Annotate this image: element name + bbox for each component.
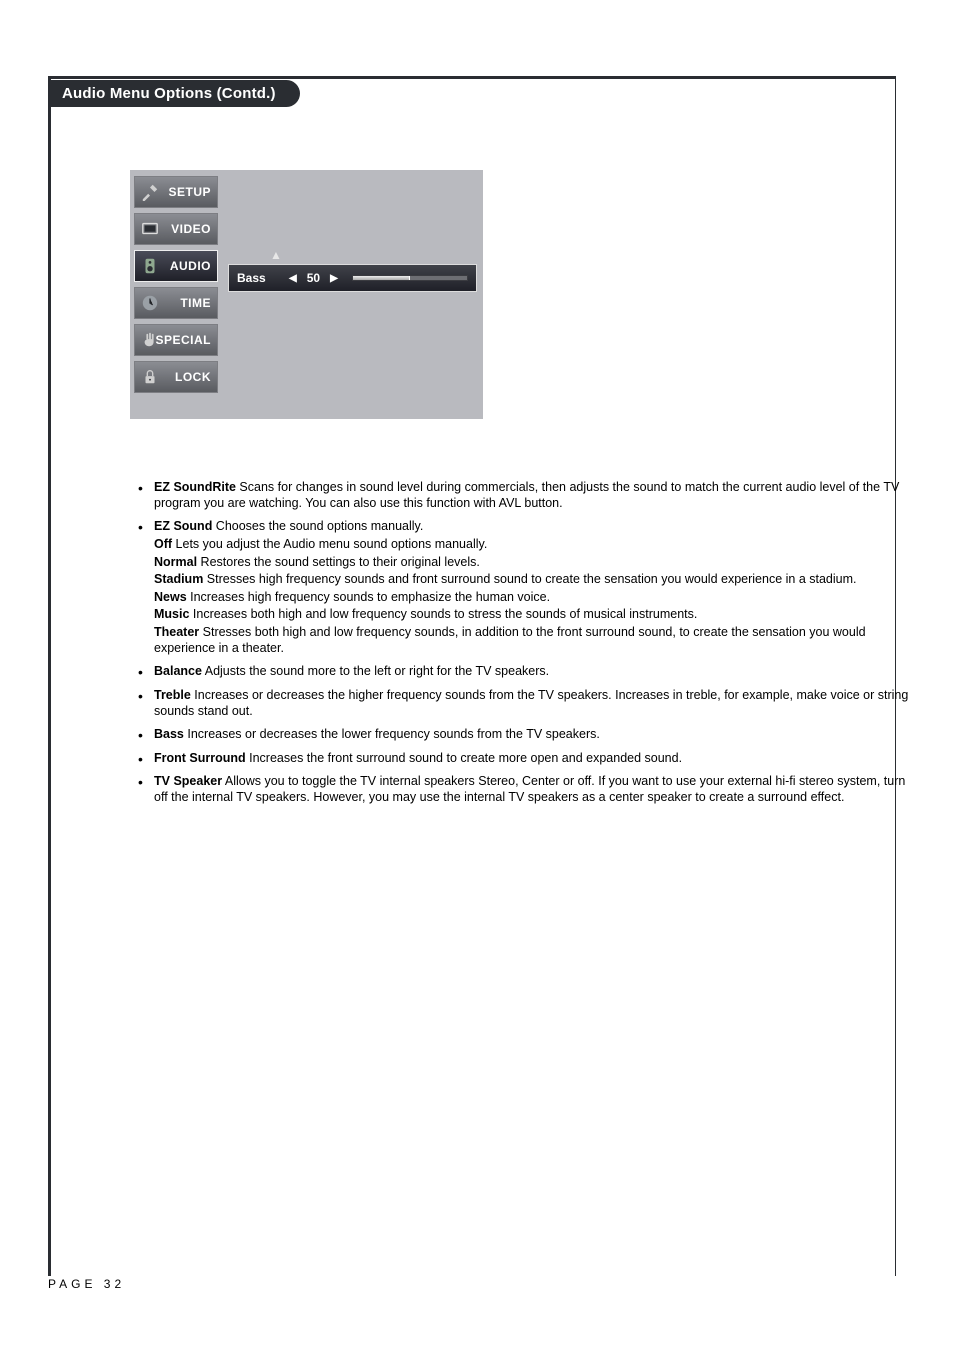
term: EZ Sound bbox=[154, 519, 212, 533]
osd-row-bass[interactable]: Bass ◀ 50 ▶ bbox=[228, 264, 477, 292]
osd-item-label: SPECIAL bbox=[155, 333, 211, 347]
term-desc: Increases high frequency sounds to empha… bbox=[187, 590, 550, 604]
list-item: Treble Increases or decreases the higher… bbox=[130, 688, 922, 719]
osd-item-setup[interactable]: SETUP bbox=[134, 176, 218, 208]
osd-row-value: 50 bbox=[307, 271, 320, 285]
page-number: PAGE 32 bbox=[48, 1277, 125, 1291]
term-desc: Increases or decreases the lower frequen… bbox=[184, 727, 600, 741]
term: Front Surround bbox=[154, 751, 246, 765]
chevron-left-icon[interactable]: ◀ bbox=[289, 273, 297, 284]
term-desc: Adjusts the sound more to the left or ri… bbox=[202, 664, 549, 678]
osd-item-special[interactable]: SPECIAL bbox=[134, 324, 218, 356]
term-desc: Stresses high frequency sounds and front… bbox=[203, 572, 856, 586]
term-desc: Allows you to toggle the TV internal spe… bbox=[154, 774, 905, 804]
section-title-tab: Audio Menu Options (Contd.) bbox=[48, 80, 300, 107]
list-item: TV Speaker Allows you to toggle the TV i… bbox=[130, 774, 922, 805]
term: Normal bbox=[154, 555, 197, 569]
term-desc: Increases both high and low frequency so… bbox=[189, 607, 697, 621]
term-desc: Lets you adjust the Audio menu sound opt… bbox=[172, 537, 487, 551]
chevron-right-icon[interactable]: ▶ bbox=[330, 273, 338, 284]
term-desc: Increases or decreases the higher freque… bbox=[154, 688, 908, 718]
osd-item-label: LOCK bbox=[175, 370, 211, 384]
term: Off bbox=[154, 537, 172, 551]
list-item: Front Surround Increases the front surro… bbox=[130, 751, 922, 767]
lock-icon bbox=[141, 368, 159, 386]
hand-icon bbox=[141, 331, 159, 349]
chevron-up-icon: ▲ bbox=[270, 248, 282, 262]
osd-item-label: TIME bbox=[180, 296, 211, 310]
term: TV Speaker bbox=[154, 774, 222, 788]
osd-content: ▲ Bass ◀ 50 ▶ bbox=[222, 170, 483, 419]
osd-item-lock[interactable]: LOCK bbox=[134, 361, 218, 393]
term: EZ SoundRite bbox=[154, 480, 236, 494]
osd-row-label: Bass bbox=[237, 271, 279, 285]
list-item: EZ Sound Chooses the sound options manua… bbox=[130, 519, 922, 656]
bass-slider[interactable] bbox=[352, 275, 468, 281]
osd-item-audio[interactable]: AUDIO bbox=[134, 250, 218, 282]
osd-panel: SETUP VIDEO AUDIO TIME bbox=[130, 170, 483, 419]
osd-sidebar: SETUP VIDEO AUDIO TIME bbox=[130, 170, 222, 419]
term: Stadium bbox=[154, 572, 203, 586]
term-desc: Restores the sound settings to their ori… bbox=[197, 555, 480, 569]
list-item: Balance Adjusts the sound more to the le… bbox=[130, 664, 922, 680]
osd-item-label: VIDEO bbox=[171, 222, 211, 236]
term-desc: Stresses both high and low frequency sou… bbox=[154, 625, 866, 655]
term: Balance bbox=[154, 664, 202, 678]
description-list: EZ SoundRite Scans for changes in sound … bbox=[130, 480, 922, 814]
term: Theater bbox=[154, 625, 199, 639]
speaker-icon bbox=[141, 257, 159, 275]
term: Treble bbox=[154, 688, 191, 702]
list-item: EZ SoundRite Scans for changes in sound … bbox=[130, 480, 922, 511]
term: Bass bbox=[154, 727, 184, 741]
list-item: Bass Increases or decreases the lower fr… bbox=[130, 727, 922, 743]
tv-icon bbox=[141, 220, 159, 238]
osd-item-time[interactable]: TIME bbox=[134, 287, 218, 319]
term: Music bbox=[154, 607, 189, 621]
slider-fill bbox=[353, 276, 410, 280]
term-desc: Increases the front surround sound to cr… bbox=[246, 751, 682, 765]
clock-icon bbox=[141, 294, 159, 312]
term-desc: Scans for changes in sound level during … bbox=[154, 480, 899, 510]
osd-item-video[interactable]: VIDEO bbox=[134, 213, 218, 245]
wrench-icon bbox=[141, 183, 159, 201]
osd-item-label: AUDIO bbox=[170, 259, 211, 273]
osd-item-label: SETUP bbox=[168, 185, 211, 199]
term: News bbox=[154, 590, 187, 604]
term-desc: Chooses the sound options manually. bbox=[212, 519, 423, 533]
